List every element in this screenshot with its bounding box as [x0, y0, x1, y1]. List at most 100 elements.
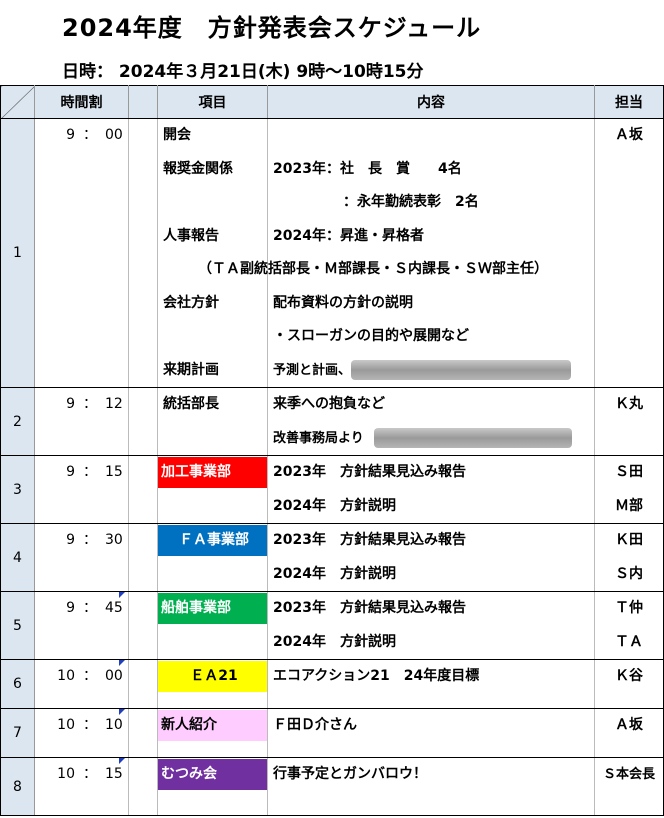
- division-label: 新人紹介: [158, 710, 267, 741]
- resp-cell: Ｓ本会長: [594, 757, 664, 816]
- time-cell: 9 ： 15: [34, 455, 129, 524]
- division-label: 船舶事業部: [158, 593, 267, 624]
- time-minute: 30: [105, 532, 123, 548]
- item-label: 開会: [163, 127, 191, 143]
- item-label: 統括部長: [163, 396, 219, 412]
- resp-cell: Ｋ田 Ｓ内: [594, 523, 664, 592]
- redacted-bar: [373, 427, 572, 448]
- content-text: 2023年 方針結果見込み報告: [273, 600, 466, 616]
- personnel-note: （ＴＡ副統括部長・Ｍ部課長・Ｓ内課長・ＳＷ部主任）: [198, 261, 548, 277]
- time-hour: 9: [66, 600, 75, 616]
- resp-name: Ｔ仲: [615, 600, 643, 616]
- content-text: [268, 119, 594, 153]
- header-item: 項目: [157, 85, 268, 119]
- time-hour: 9: [66, 532, 75, 548]
- time-minute: 00: [105, 127, 123, 143]
- comment-marker-icon: [119, 709, 125, 715]
- item-cell: 統括部長: [157, 387, 268, 456]
- content-cell: エコアクション21 24年度目標: [267, 659, 595, 709]
- content-text: 配布資料の方針の説明: [273, 294, 413, 311]
- time-hour: 9: [66, 127, 75, 143]
- header-spacer: [128, 85, 158, 119]
- header-resp: 担当: [594, 85, 664, 119]
- time-hour: 10: [57, 668, 75, 684]
- time-sep: ：: [83, 396, 97, 412]
- division-label: むつみ会: [158, 759, 267, 790]
- content-text: 2023年 方針結果見込み報告: [273, 464, 466, 480]
- header-row: 時間割 項目 内容 担当: [0, 85, 664, 119]
- schedule-row: 4 9： 30 ＦＡ事業部 2023年 方針結果見込み報告 2024年 方針説明 …: [0, 523, 664, 592]
- resp-name: Ｋ田: [615, 532, 643, 548]
- resp-name: Ｓ本会長: [602, 767, 655, 782]
- item-cell: 新人紹介: [157, 708, 268, 758]
- resp-cell: Ａ坂: [594, 708, 664, 758]
- time-cell: 10： 10: [34, 708, 129, 758]
- division-label: ＥＡ21: [158, 661, 267, 692]
- redacted-bar: [351, 359, 572, 380]
- comment-marker-icon: [119, 592, 125, 598]
- schedule-table: 時間割 項目 内容 担当 1 9 ： 00 開会 報奨金関係 人事報告 （ＴＡ副統括…: [0, 85, 664, 816]
- resp-cell: Ｓ田 Ｍ部: [594, 455, 664, 524]
- item-empty: [158, 488, 267, 522]
- time-cell: 9 ： 00: [34, 118, 129, 388]
- content-cell: 2023年 方針結果見込み報告 2024年 方針説明: [267, 523, 595, 592]
- header-content: 内容: [267, 85, 595, 119]
- content-text: 予測と計画、: [273, 362, 352, 378]
- spacer-cell: [128, 118, 158, 388]
- page-title: 2024年度 方針発表会スケジュール: [62, 14, 482, 42]
- content-cell: 2023年 方針結果見込み報告 2024年 方針説明: [267, 591, 595, 660]
- time-sep: ：: [83, 600, 97, 616]
- item-empty: [158, 624, 267, 658]
- item-cell: ＥＡ21: [157, 659, 268, 709]
- time-cell: 9 ： 30: [34, 523, 129, 592]
- row-number: 3: [0, 455, 35, 524]
- item-cell: むつみ会: [157, 757, 268, 816]
- content-text: 改善事務局より: [273, 430, 364, 446]
- time-sep: ：: [83, 717, 97, 733]
- content-cell: 行事予定とガンバロウ！: [267, 757, 595, 816]
- time-hour: 10: [57, 766, 75, 782]
- content-cell: 2023年 方針結果見込み報告 2024年 方針説明: [267, 455, 595, 524]
- time-sep: ：: [83, 766, 97, 782]
- content-text: ・スローガンの目的や展開など: [273, 328, 469, 344]
- time-sep: ：: [83, 464, 97, 480]
- item-empty: [158, 320, 267, 354]
- division-label: 加工事業部: [158, 457, 267, 488]
- division-label: ＦＡ事業部: [158, 525, 267, 556]
- resp-name: Ｍ部: [615, 497, 643, 514]
- row-number: 4: [0, 523, 35, 592]
- time-cell: 9： 45: [34, 591, 129, 660]
- content-text: Ｆ田Ｄ介さん: [273, 717, 357, 733]
- content-text: 2024年 方針説明: [273, 565, 396, 582]
- schedule-row: 1 9 ： 00 開会 報奨金関係 人事報告 （ＴＡ副統括部長・Ｍ部課長・Ｓ内課長・…: [0, 118, 664, 388]
- item-cell: 加工事業部: [157, 455, 268, 524]
- schedule-row: 5 9： 45 船舶事業部 2023年 方針結果見込み報告 2024年 方針説明 …: [0, 591, 664, 660]
- content-text: エコアクション21 24年度目標: [273, 668, 480, 684]
- item-label: 報奨金関係: [163, 160, 233, 177]
- item-cell: 開会 報奨金関係 人事報告 （ＴＡ副統括部長・Ｍ部課長・Ｓ内課長・ＳＷ部主任） …: [157, 118, 548, 388]
- resp-cell: Ｔ仲 ＴＡ: [594, 591, 664, 660]
- content-cell: 来季への抱負など 改善事務局より: [267, 387, 595, 456]
- resp-cell: Ｋ丸: [594, 387, 664, 456]
- item-label: 人事報告: [163, 227, 219, 244]
- time-minute: 15: [105, 464, 123, 480]
- row-number: 2: [0, 387, 35, 456]
- content-text: ：永年勤続表彰 2名: [273, 194, 479, 210]
- item-empty: （ＴＡ副統括部長・Ｍ部課長・Ｓ内課長・ＳＷ部主任）: [158, 253, 548, 287]
- resp-name: Ｓ内: [615, 565, 643, 582]
- item-label: 会社方針: [163, 294, 219, 311]
- content-text: 2024年：昇進・昇格者: [273, 227, 424, 244]
- resp-name: Ｋ谷: [615, 668, 643, 684]
- row-number: 8: [0, 757, 35, 816]
- content-cell: Ｆ田Ｄ介さん: [267, 708, 595, 758]
- schedule-row: 3 9： 15 加工事業部 2023年 方針結果見込み報告 2024年 方針説明 …: [0, 455, 664, 524]
- row-number: 7: [0, 708, 35, 758]
- row-number: 1: [0, 118, 35, 388]
- resp-name: Ｓ田: [615, 464, 643, 480]
- content-text: 2024年 方針説明: [273, 633, 396, 650]
- schedule-row: 8 10： 15 むつみ会 行事予定とガンバロウ！ Ｓ本会長: [0, 757, 664, 816]
- time-hour: 10: [57, 717, 75, 733]
- time-cell: 9 ： 12: [34, 387, 129, 456]
- time-cell: 10： 00: [34, 659, 129, 709]
- content-text: 2023年：社 長 賞 4名: [273, 160, 462, 177]
